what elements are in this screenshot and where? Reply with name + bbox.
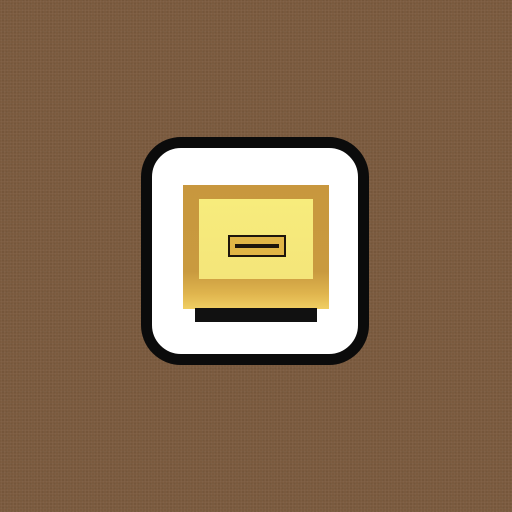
monitor-frame (183, 185, 329, 309)
background: { "background_color": "#7a5a3e", "icon":… (0, 0, 512, 512)
screen-slot-icon (228, 235, 286, 257)
app-icon-button[interactable] (141, 137, 369, 365)
slot-line (235, 244, 279, 248)
monitor-icon (152, 148, 358, 354)
monitor-screen (199, 199, 313, 279)
monitor-base (195, 308, 317, 322)
